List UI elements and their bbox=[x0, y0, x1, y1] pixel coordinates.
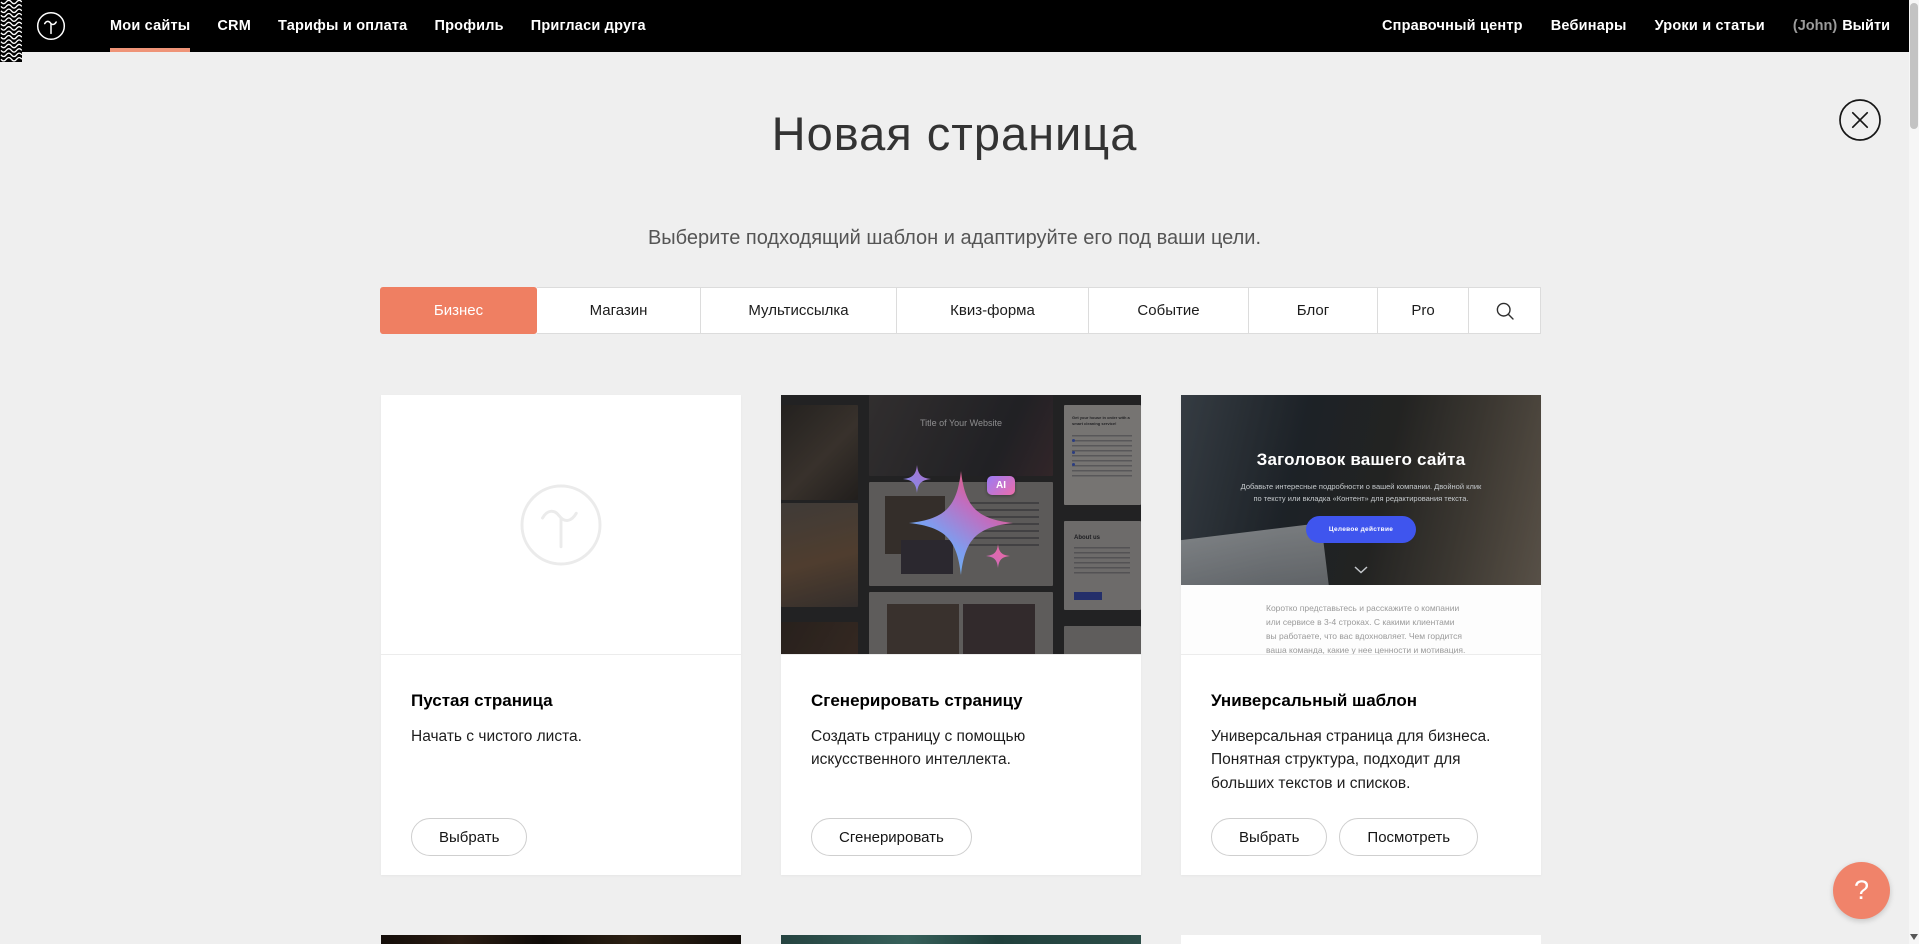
card-ai-generate: Title of Your Website Get your house in … bbox=[781, 395, 1141, 875]
view-button[interactable]: Посмотреть bbox=[1339, 818, 1478, 856]
nav-profile-label: Профиль bbox=[434, 18, 503, 34]
scrollbar bbox=[1909, 0, 1919, 944]
close-button[interactable] bbox=[1838, 98, 1882, 142]
card-actions: Выбрать bbox=[411, 818, 527, 856]
ai-preview-mosaic: Title of Your Website Get your house in … bbox=[781, 395, 1141, 654]
ai-badge: AI bbox=[987, 476, 1015, 495]
nav-my-sites[interactable]: Мои сайты bbox=[110, 0, 190, 52]
tab-business-label: Бизнес bbox=[434, 302, 483, 319]
tab-event-label: Событие bbox=[1137, 302, 1199, 319]
card-universal-template-preview[interactable]: Заголовок вашего сайта Добавьте интересн… bbox=[1181, 395, 1541, 655]
nav-crm-label: CRM bbox=[217, 18, 251, 34]
card-title: Сгенерировать страницу bbox=[811, 691, 1111, 711]
card-description: Создать страницу с помощью искусственног… bbox=[811, 725, 1111, 772]
tab-quiz-form[interactable]: Квиз-форма bbox=[897, 287, 1089, 334]
new-page-modal: Мои сайты CRM Тарифы и оплата Профиль Пр… bbox=[0, 0, 1919, 944]
nav-invite-friend-label: Пригласи друга bbox=[531, 18, 646, 34]
tab-store[interactable]: Магазин bbox=[537, 287, 701, 334]
nav-lessons[interactable]: Уроки и статьи bbox=[1655, 18, 1765, 34]
main-menu: Мои сайты CRM Тарифы и оплата Профиль Пр… bbox=[110, 0, 646, 52]
nav-invite-friend[interactable]: Пригласи друга bbox=[531, 0, 646, 52]
card-universal-template: Заголовок вашего сайта Добавьте интересн… bbox=[1181, 395, 1541, 875]
card-actions: Сгенерировать bbox=[811, 818, 972, 856]
tab-multilink-label: Мультиссылка bbox=[748, 302, 848, 319]
nav-webinars-label: Вебинары bbox=[1551, 18, 1627, 34]
preview-cta-button: Целевое действие bbox=[1306, 516, 1416, 543]
generate-button[interactable]: Сгенерировать bbox=[811, 818, 972, 856]
tab-store-label: Магазин bbox=[590, 302, 648, 319]
card-blank-page-body: Пустая страница Начать с чистого листа. … bbox=[381, 655, 741, 874]
ai-sparkle-icon bbox=[886, 448, 1036, 598]
logout-link[interactable]: (John) Выйти bbox=[1793, 18, 1890, 34]
secondary-menu: Справочный центр Вебинары Уроки и статьи… bbox=[1382, 0, 1890, 52]
tilda-logo[interactable] bbox=[36, 11, 66, 41]
nav-crm[interactable]: CRM bbox=[217, 0, 251, 52]
logout-label: Выйти bbox=[1842, 18, 1890, 34]
page-subtitle: Выберите подходящий шаблон и адаптируйте… bbox=[0, 227, 1909, 250]
close-icon bbox=[1853, 113, 1867, 127]
choose-button[interactable]: Выбрать bbox=[411, 818, 527, 856]
nav-profile[interactable]: Профиль bbox=[434, 0, 503, 52]
user-name: (John) bbox=[1793, 18, 1837, 34]
choose-button[interactable]: Выбрать bbox=[1211, 818, 1327, 856]
tab-search[interactable] bbox=[1469, 287, 1541, 334]
template-hero-preview: Заголовок вашего сайта Добавьте интересн… bbox=[1181, 395, 1541, 585]
tab-blog-label: Блог bbox=[1297, 302, 1329, 319]
nav-webinars[interactable]: Вебинары bbox=[1551, 18, 1627, 34]
tab-pro[interactable]: Pro bbox=[1378, 287, 1469, 334]
card-description: Начать с чистого листа. bbox=[411, 725, 711, 748]
card-partial[interactable] bbox=[1181, 935, 1541, 944]
tab-pro-label: Pro bbox=[1411, 302, 1434, 319]
zigzag-pattern-decoration bbox=[0, 0, 22, 62]
card-ai-generate-preview[interactable]: Title of Your Website Get your house in … bbox=[781, 395, 1141, 655]
card-description: Универсальная страница для бизнеса. Поня… bbox=[1211, 725, 1511, 795]
nav-my-sites-label: Мои сайты bbox=[110, 18, 190, 34]
nav-tariffs-label: Тарифы и оплата bbox=[278, 18, 407, 34]
card-actions: Выбрать Посмотреть bbox=[1211, 818, 1478, 856]
card-partial[interactable] bbox=[381, 935, 741, 944]
card-title: Пустая страница bbox=[411, 691, 711, 711]
preview-heading: Заголовок вашего сайта bbox=[1181, 450, 1541, 470]
nav-lessons-label: Уроки и статьи bbox=[1655, 18, 1765, 34]
card-partial[interactable] bbox=[781, 935, 1141, 944]
card-universal-template-body: Универсальный шаблон Универсальная стран… bbox=[1181, 655, 1541, 874]
preview-body-text: Коротко представьтесь и расскажите о ком… bbox=[1266, 601, 1466, 655]
tilda-watermark-icon bbox=[517, 481, 605, 569]
nav-help-center-label: Справочный центр bbox=[1382, 18, 1523, 34]
tab-event[interactable]: Событие bbox=[1089, 287, 1249, 334]
card-blank-page: Пустая страница Начать с чистого листа. … bbox=[381, 395, 741, 875]
scrollbar-thumb[interactable] bbox=[1910, 3, 1918, 129]
search-icon bbox=[1495, 301, 1515, 321]
template-text-section: Коротко представьтесь и расскажите о ком… bbox=[1181, 585, 1541, 655]
template-category-tabs: Бизнес Магазин Мультиссылка Квиз-форма С… bbox=[380, 287, 1541, 334]
preview-subtext: Добавьте интересные подробности о вашей … bbox=[1236, 481, 1486, 505]
card-ai-generate-body: Сгенерировать страницу Создать страницу … bbox=[781, 655, 1141, 874]
tab-quiz-form-label: Квиз-форма bbox=[950, 302, 1035, 319]
scrollbar-down-arrow[interactable] bbox=[1910, 933, 1918, 941]
nav-help-center[interactable]: Справочный центр bbox=[1382, 18, 1523, 34]
help-button[interactable]: ? bbox=[1833, 862, 1890, 919]
page-title: Новая страница bbox=[0, 106, 1909, 161]
nav-tariffs[interactable]: Тарифы и оплата bbox=[278, 0, 407, 52]
chevron-down-icon bbox=[1354, 561, 1368, 579]
template-cards-grid-row2 bbox=[381, 935, 1541, 944]
tab-blog[interactable]: Блог bbox=[1249, 287, 1378, 334]
template-cards-grid: Пустая страница Начать с чистого листа. … bbox=[381, 395, 1541, 875]
question-mark-icon: ? bbox=[1854, 875, 1869, 906]
tab-business[interactable]: Бизнес bbox=[380, 287, 537, 334]
top-navigation-bar: Мои сайты CRM Тарифы и оплата Профиль Пр… bbox=[0, 0, 1919, 52]
tab-multilink[interactable]: Мультиссылка bbox=[701, 287, 897, 334]
card-blank-page-preview[interactable] bbox=[381, 395, 741, 655]
card-title: Универсальный шаблон bbox=[1211, 691, 1511, 711]
